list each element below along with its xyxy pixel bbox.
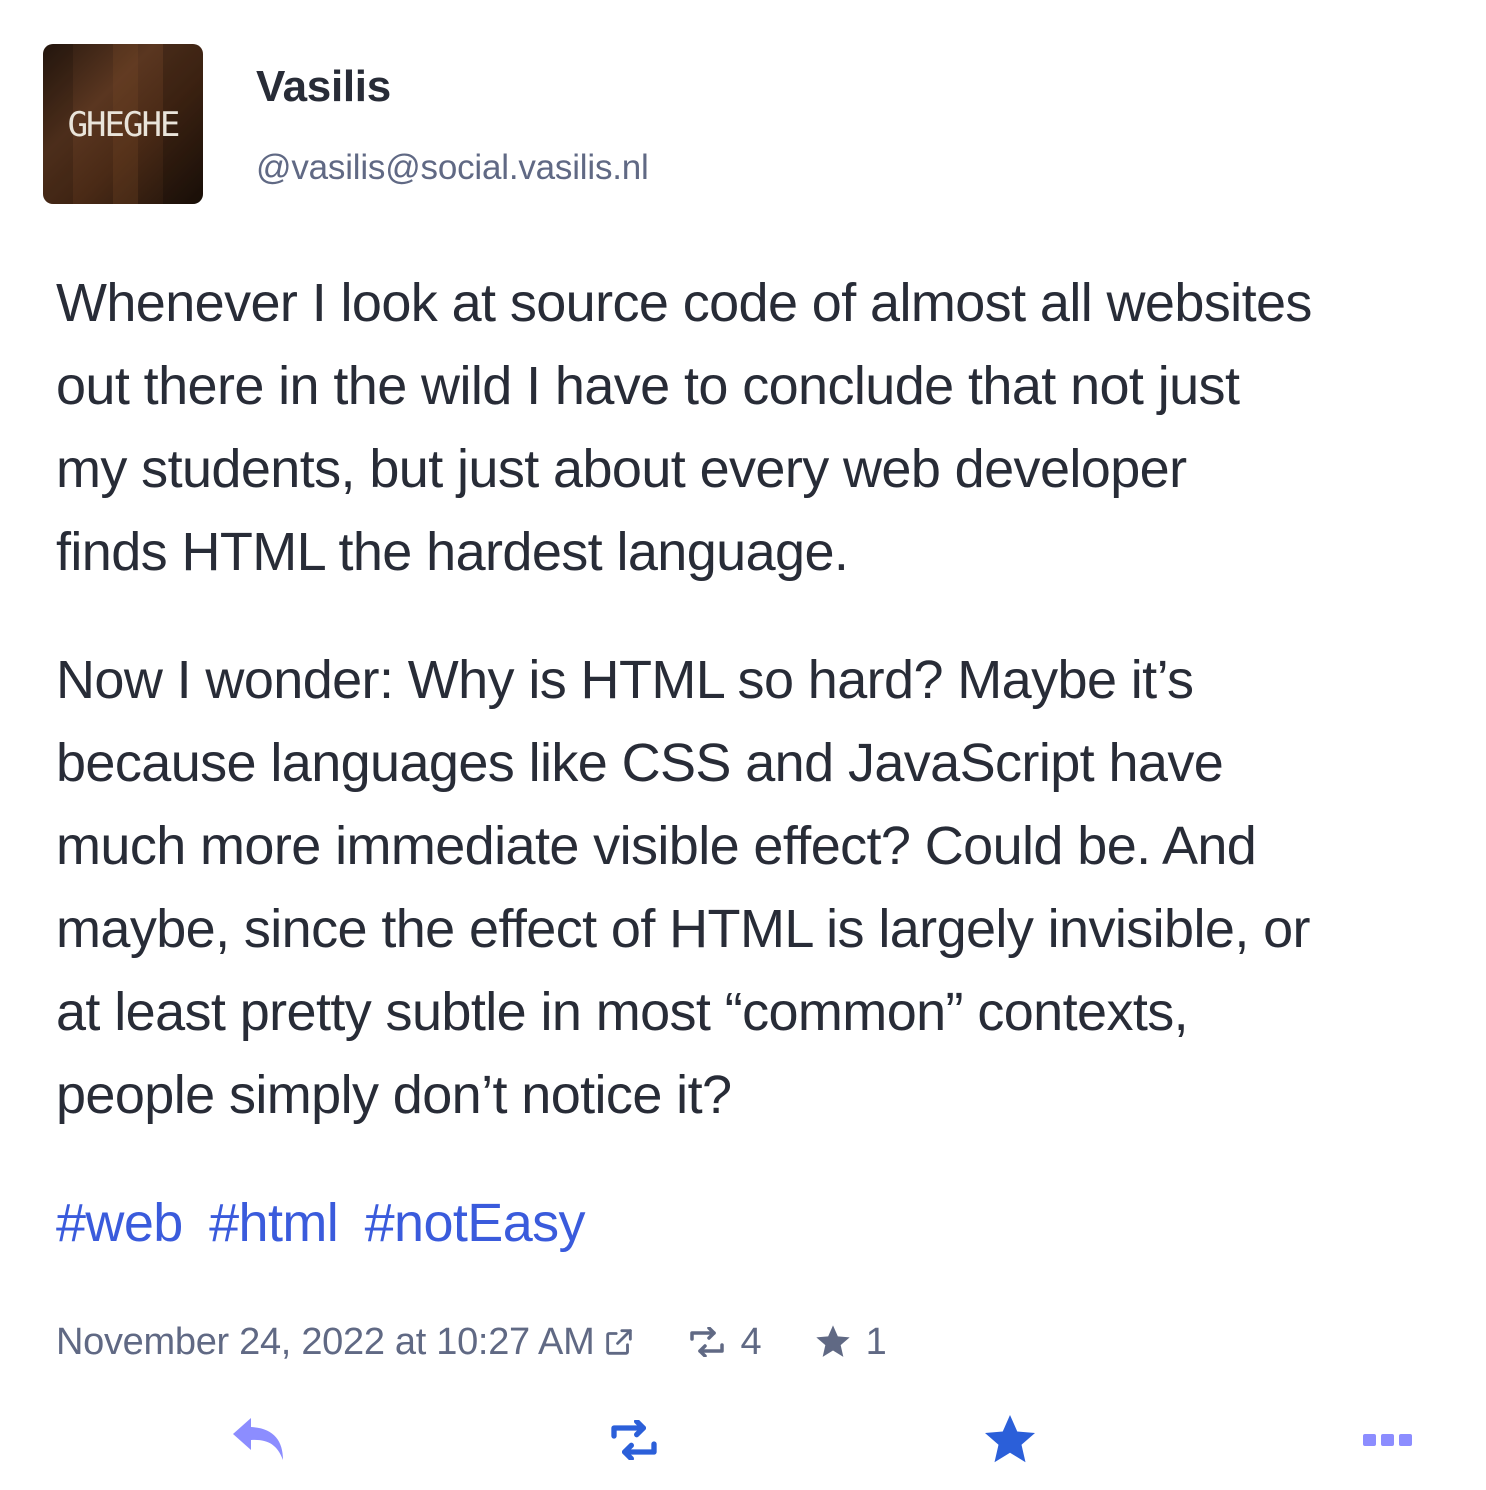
avatar-image: GHEGHE (43, 44, 203, 204)
timestamp-link[interactable]: November 24, 2022 at 10:27 AM (56, 1321, 595, 1364)
hashtag-web[interactable]: #web (56, 1193, 183, 1253)
more-button[interactable] (1348, 1400, 1428, 1480)
boost-count-value: 4 (740, 1320, 762, 1363)
content-paragraph: Now I wonder: Why is HTML so hard? Maybe… (56, 650, 1311, 1125)
status-meta: November 24, 2022 at 10:27 AM 4 1 (56, 1316, 887, 1368)
boost-count-icon (686, 1327, 728, 1357)
avatar[interactable]: GHEGHE (43, 44, 203, 204)
external-link-icon[interactable] (602, 1325, 636, 1359)
status-content: Whenever I look at source code of almost… (56, 262, 1446, 1182)
star-icon (979, 1410, 1041, 1470)
boost-count[interactable]: 4 (686, 1320, 762, 1364)
display-name[interactable]: Vasilis (256, 62, 391, 112)
reply-icon (227, 1412, 289, 1468)
avatar-text: GHEGHE (68, 105, 179, 145)
more-icon (1363, 1432, 1413, 1448)
star-count-icon (812, 1322, 854, 1362)
favourite-count-value: 1 (865, 1320, 887, 1363)
content-paragraph: Whenever I look at source code of almost… (56, 273, 1312, 582)
status-card: GHEGHE Vasilis @vasilis@social.vasilis.n… (0, 0, 1486, 1490)
favourite-count[interactable]: 1 (812, 1321, 887, 1364)
favourite-button[interactable] (970, 1400, 1050, 1480)
hashtag-list: #web #html #notEasy (56, 1188, 597, 1258)
boost-button[interactable] (594, 1400, 674, 1480)
account-handle[interactable]: @vasilis@social.vasilis.nl (256, 148, 649, 188)
hashtag-noteasy[interactable]: #notEasy (365, 1193, 586, 1253)
reply-button[interactable] (218, 1400, 298, 1480)
hashtag-html[interactable]: #html (209, 1193, 339, 1253)
boost-icon (604, 1420, 664, 1460)
